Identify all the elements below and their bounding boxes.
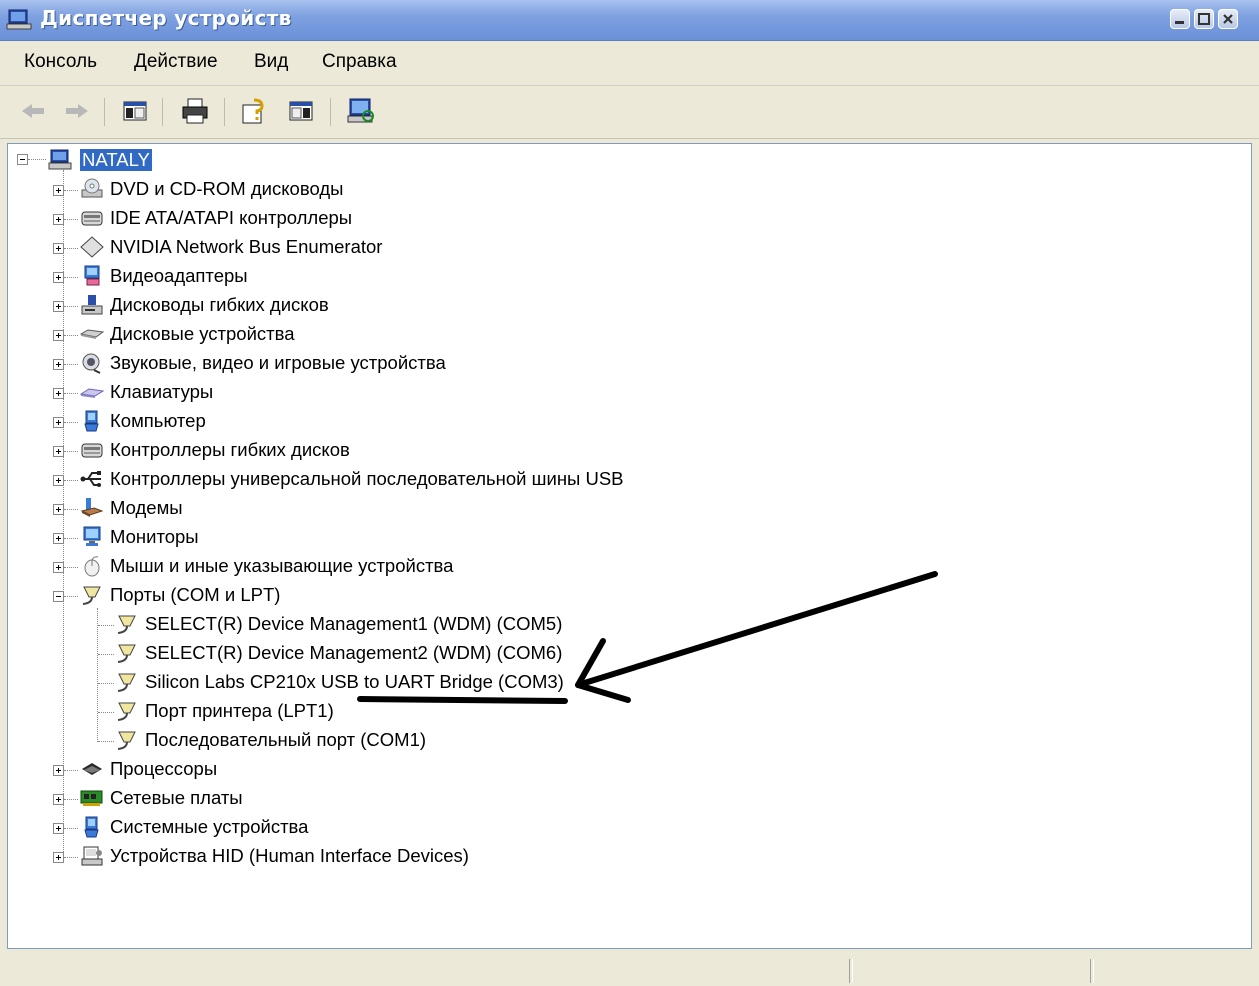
tree-category-label: NVIDIA Network Bus Enumerator [110, 236, 383, 257]
tree-category-label: Процессоры [110, 758, 218, 779]
console-tree-icon[interactable] [120, 96, 150, 126]
mouse-icon [80, 555, 104, 577]
tree-category-item-toggle[interactable] [53, 504, 64, 515]
device-manager-icon [6, 8, 32, 32]
tree-category-label: Сетевые платы [110, 787, 243, 808]
minimize-button[interactable] [1170, 9, 1190, 29]
tree-category-item-toggle[interactable] [53, 330, 64, 341]
port-icon [115, 671, 139, 693]
tree-category-label: Порты (COM и LPT) [110, 584, 281, 605]
tree-category-item-toggle[interactable] [53, 794, 64, 805]
tree-category-item-toggle[interactable] [53, 214, 64, 225]
menu-help[interactable]: Справка [322, 51, 397, 73]
tree-category-item-toggle[interactable] [53, 388, 64, 399]
usb-icon [80, 468, 104, 490]
view-icon[interactable] [286, 96, 316, 126]
tree-category-label: Компьютер [110, 410, 206, 431]
system-devices-icon [80, 816, 104, 838]
close-button[interactable] [1218, 9, 1238, 29]
scan-hardware-icon[interactable] [346, 96, 376, 126]
port-icon [115, 700, 139, 722]
tree-category-item-toggle[interactable] [53, 475, 64, 486]
menu-console[interactable]: Консоль [24, 51, 97, 73]
sound-icon [80, 352, 104, 374]
tree-category-label: Видеоадаптеры [110, 265, 248, 286]
toolbar [0, 86, 1259, 139]
tree-category-label: Мониторы [110, 526, 199, 547]
modem-icon [80, 497, 104, 519]
disk-drive-icon [79, 323, 105, 345]
tree-port-label: SELECT(R) Device Management1 (WDM) (COM5… [145, 613, 563, 634]
tree-category-item-toggle[interactable] [53, 823, 64, 834]
tree-port-label: Порт принтера (LPT1) [145, 700, 334, 721]
tree-category-label: DVD и CD-ROM дисководы [110, 178, 344, 199]
cdrom-icon [80, 178, 104, 200]
tree-port-label: Silicon Labs CP210x USB to UART Bridge (… [145, 671, 564, 692]
video-adapter-icon [80, 265, 104, 287]
network-card-icon [80, 787, 104, 809]
tree-port-label: Последовательный порт (COM1) [145, 729, 427, 750]
keyboard-icon [79, 381, 105, 403]
tree-category-item-toggle[interactable] [53, 533, 64, 544]
ide-controller-icon [80, 207, 104, 229]
title-bar[interactable]: Диспетчер устройств [0, 0, 1259, 41]
maximize-button[interactable] [1194, 9, 1214, 29]
diamond-device-icon [80, 236, 104, 258]
root-label: NATALY [80, 149, 152, 171]
tree-category-item-toggle[interactable] [53, 301, 64, 312]
device-tree[interactable]: NATALY DVD и CD-ROM дисководы IDE ATA/ATA… [7, 143, 1252, 949]
port-icon [115, 729, 139, 751]
status-bar [0, 951, 1259, 986]
menu-bar: Консоль Действие Вид Справка [0, 41, 1259, 86]
floppy-controller-icon [80, 439, 104, 461]
root-collapse-toggle[interactable] [17, 154, 28, 165]
tree-category-label: IDE ATA/ATAPI контроллеры [110, 207, 353, 228]
tree-category-item-toggle[interactable] [53, 185, 64, 196]
tree-category-item-toggle[interactable] [53, 852, 64, 863]
tree-category-item-toggle[interactable] [53, 243, 64, 254]
port-icon [115, 613, 139, 635]
tree-category-item-toggle[interactable] [53, 359, 64, 370]
tree-category-label: Системные устройства [110, 816, 309, 837]
tree-category-label: Дисководы гибких дисков [110, 294, 329, 315]
port-icon [115, 642, 139, 664]
floppy-drive-icon [80, 294, 104, 316]
tree-category-item-toggle[interactable] [53, 417, 64, 428]
tree-category-label: Устройства HID (Human Interface Devices) [110, 845, 469, 866]
tree-category-label: Звуковые, видео и игровые устройства [110, 352, 446, 373]
computer-icon [48, 149, 72, 171]
tree-category-item-toggle[interactable] [53, 446, 64, 457]
tree-category-item-toggle[interactable] [53, 562, 64, 573]
computer-icon [80, 410, 104, 432]
window-title: Диспетчер устройств [40, 6, 292, 30]
monitor-icon [80, 526, 104, 548]
help-icon[interactable] [240, 96, 270, 126]
tree-category-label: Дисковые устройства [110, 323, 295, 344]
tree-category-ports-toggle[interactable] [53, 591, 64, 602]
forward-arrow-icon[interactable] [62, 96, 92, 126]
processor-icon [80, 758, 104, 780]
tree-category-label: Модемы [110, 497, 183, 518]
tree-port-label: SELECT(R) Device Management2 (WDM) (COM6… [145, 642, 563, 663]
tree-category-label: Мыши и иные указывающие устройства [110, 555, 454, 576]
port-icon [80, 584, 104, 606]
print-icon[interactable] [180, 96, 210, 126]
tree-category-label: Контроллеры гибких дисков [110, 439, 350, 460]
back-arrow-icon[interactable] [18, 96, 48, 126]
hid-icon [80, 845, 104, 867]
menu-action[interactable]: Действие [134, 51, 218, 73]
tree-category-label: Клавиатуры [110, 381, 214, 402]
tree-category-item-toggle[interactable] [53, 765, 64, 776]
menu-view[interactable]: Вид [254, 51, 288, 73]
tree-category-label: Контроллеры универсальной последовательн… [110, 468, 624, 489]
tree-category-item-toggle[interactable] [53, 272, 64, 283]
